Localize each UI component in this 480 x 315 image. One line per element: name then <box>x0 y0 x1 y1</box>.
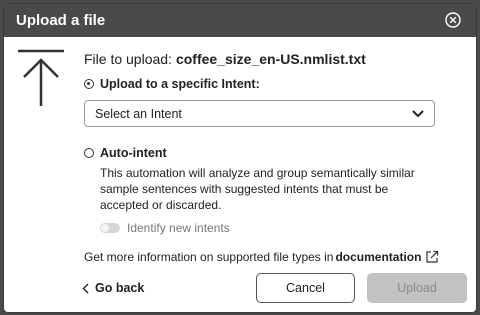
upload-button[interactable]: Upload <box>367 273 467 303</box>
dialog-titlebar: Upload a file <box>4 4 476 37</box>
identify-new-intents-toggle <box>100 223 120 233</box>
intent-select-value: Select an Intent <box>95 107 182 121</box>
file-name: coffee_size_en-US.nmlist.txt <box>175 51 366 67</box>
upload-file-dialog: Upload a file File to upload: coffee_size… <box>4 4 476 312</box>
documentation-link[interactable]: documentation <box>335 250 421 264</box>
info-text: Get more information on supported file t… <box>84 250 334 264</box>
radio-auto-intent-label: Auto-intent <box>100 146 167 160</box>
documentation-info: Get more information on supported file t… <box>84 250 439 264</box>
identify-new-intents-row: Identify new intents <box>100 221 230 235</box>
cancel-button[interactable]: Cancel <box>256 273 355 303</box>
auto-intent-description: This automation will analyze and group s… <box>100 166 415 212</box>
close-icon[interactable] <box>444 11 462 29</box>
radio-auto-intent[interactable]: Auto-intent <box>84 146 167 160</box>
external-link-icon[interactable] <box>425 250 439 264</box>
radio-button-unchecked[interactable] <box>84 148 94 158</box>
go-back-button[interactable]: Go back <box>82 281 144 295</box>
dialog-title: Upload a file <box>16 12 106 29</box>
radio-specific-intent-label: Upload to a specific Intent: <box>100 77 260 91</box>
file-prefix: File to upload: <box>84 51 172 67</box>
upload-arrow-icon <box>18 49 64 106</box>
intent-select[interactable]: Select an Intent <box>84 100 435 127</box>
go-back-label: Go back <box>95 281 145 295</box>
radio-specific-intent[interactable]: Upload to a specific Intent: <box>84 77 260 91</box>
chevron-down-icon <box>412 110 424 118</box>
identify-new-intents-label: Identify new intents <box>127 221 230 235</box>
file-to-upload: File to upload: coffee_size_en-US.nmlist.… <box>84 51 366 67</box>
radio-button-checked[interactable] <box>84 79 94 89</box>
chevron-left-icon <box>82 283 89 293</box>
